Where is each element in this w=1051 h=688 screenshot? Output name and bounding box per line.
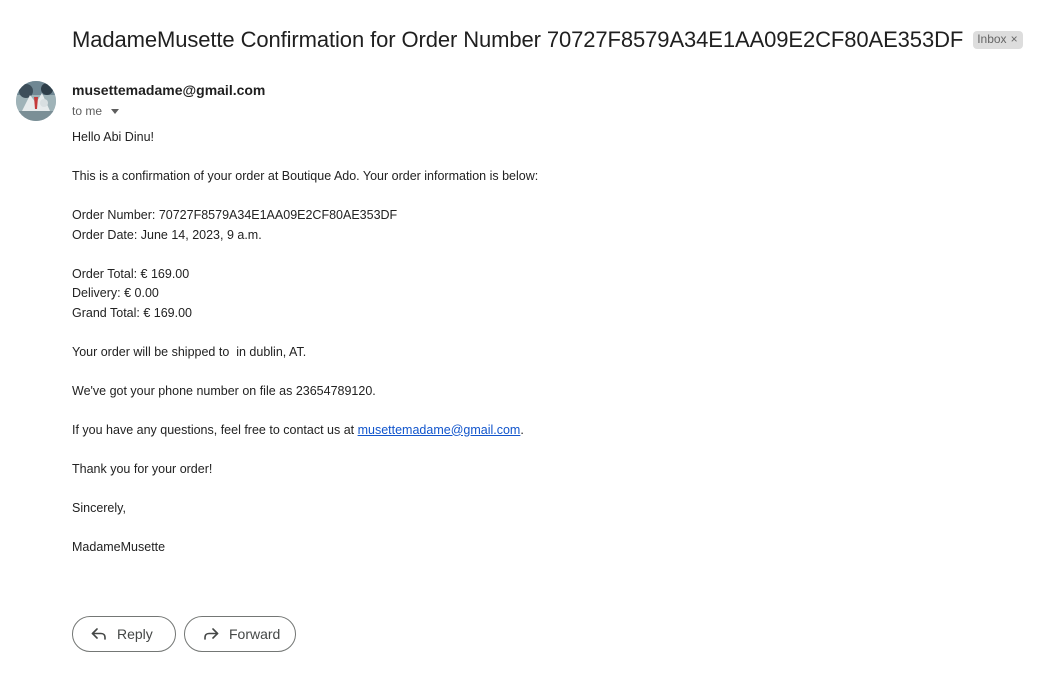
forward-icon: [203, 627, 219, 641]
closing-text: Sincerely,: [72, 500, 126, 515]
contact-email-link[interactable]: musettemadame@gmail.com: [358, 423, 521, 437]
email-body: Hello Abi Dinu! This is a confirmation o…: [72, 128, 972, 557]
chevron-down-icon[interactable]: [111, 109, 120, 114]
email-subject: MadameMusette Confirmation for Order Num…: [72, 27, 964, 52]
forward-label: Forward: [229, 626, 281, 642]
reply-label: Reply: [117, 626, 153, 642]
delivery-cost: Delivery: € 0.00: [72, 286, 159, 300]
reply-icon: [91, 627, 107, 641]
order-total: Order Total: € 169.00: [72, 266, 190, 281]
order-date: Order Date: June 14, 2023, 9 a.m.: [72, 227, 262, 242]
label-text: Inbox: [977, 32, 1007, 46]
contact-prefix: If you have any questions, feel free to …: [72, 422, 358, 437]
sender-email[interactable]: musettemadame@gmail.com: [72, 82, 265, 98]
inbox-label-chip[interactable]: Inbox ×: [973, 31, 1023, 49]
avatar-image: [16, 81, 56, 121]
thanks-text: Thank you for your order!: [72, 461, 213, 476]
intro-text: This is a confirmation of your order at …: [72, 169, 539, 183]
subject-row: MadameMusette Confirmation for Order Num…: [72, 24, 1041, 56]
contact-suffix: .: [520, 422, 524, 437]
shipping-text: Your order will be shipped to in dublin,…: [72, 344, 307, 359]
reply-button[interactable]: Reply: [72, 616, 176, 652]
recipient-line: to me: [72, 104, 120, 118]
recipient-text: to me: [72, 104, 103, 118]
contact-line: If you have any questions, feel free to …: [72, 421, 972, 441]
forward-button[interactable]: Forward: [184, 616, 296, 652]
email-actions: Reply Forward: [72, 616, 296, 652]
order-number: Order Number: 70727F8579A34E1AA09E2CF80A…: [72, 208, 398, 222]
sender-avatar[interactable]: [16, 81, 56, 121]
phone-text: We've got your phone number on file as 2…: [72, 383, 376, 398]
grand-total: Grand Total: € 169.00: [72, 305, 192, 320]
remove-label-icon[interactable]: ×: [1011, 32, 1018, 47]
greeting: Hello Abi Dinu!: [72, 130, 154, 144]
signature-text: MadameMusette: [72, 539, 166, 554]
